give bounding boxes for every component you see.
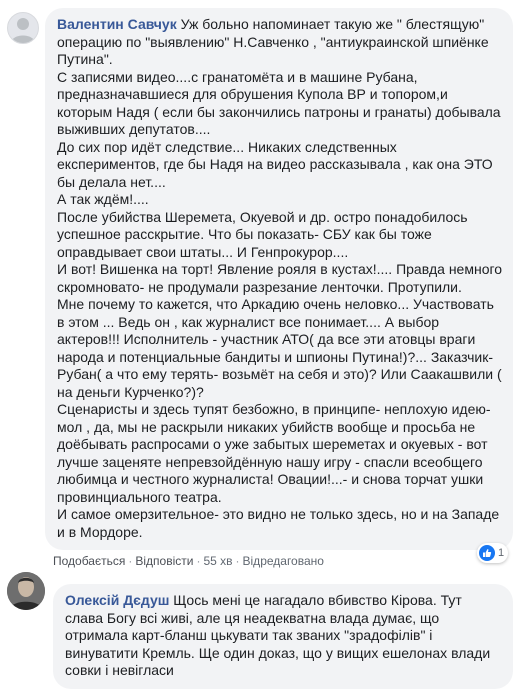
default-avatar-icon — [11, 18, 35, 43]
comment-bubble: Валентин Савчук Уж больно напоминает так… — [45, 8, 513, 550]
reply-link[interactable]: Відповісти — [135, 554, 193, 568]
comment-paragraph: Сценаристы и здесь тупят безбожно, в при… — [57, 401, 491, 505]
edited-label[interactable]: Відредаговано — [243, 554, 324, 568]
separator: · — [235, 554, 240, 568]
like-icon — [479, 545, 495, 561]
comment-paragraph: Олексій Дєдуш Щось мені це нагадало вбив… — [65, 592, 491, 678]
comment-author[interactable]: Валентин Савчук — [57, 16, 177, 32]
avatar[interactable] — [7, 12, 39, 44]
comment-author[interactable]: Олексій Дєдуш — [65, 592, 169, 608]
comment-paragraph: И самое омерзительное- это видно не толь… — [57, 506, 500, 540]
comment-paragraph: До сих пор идёт следствие... Никаких сле… — [57, 138, 493, 190]
comment-paragraph: А так ждём!.... — [57, 191, 149, 207]
avatar[interactable] — [7, 572, 45, 610]
reaction-count[interactable]: 1 — [477, 543, 509, 563]
reaction-count-text: 1 — [498, 547, 505, 559]
comment-paragraph: С записями видео....с гранатомёта и в ма… — [57, 68, 501, 138]
comment-actions: Подобається · Відповісти · 55 хв · Відредагова… — [53, 554, 324, 568]
comment-paragraph: После убийства Шеремета, Окуевой и др. о… — [57, 208, 468, 260]
separator: · — [128, 554, 133, 568]
comment-paragraph: Валентин Савчук Уж больно напоминает так… — [57, 16, 489, 67]
comment-paragraph: Мне почему то кажется, что Аркадию очень… — [57, 296, 502, 400]
separator: · — [196, 554, 201, 568]
like-link[interactable]: Подобається — [53, 554, 125, 568]
comment-bubble: Олексій Дєдуш Щось мені це нагадало вбив… — [53, 584, 513, 689]
timestamp[interactable]: 55 хв — [203, 554, 232, 568]
comment-paragraph: И вот! Вишенка на торт! Явление рояля в … — [57, 261, 503, 295]
user-photo-icon — [7, 572, 45, 610]
